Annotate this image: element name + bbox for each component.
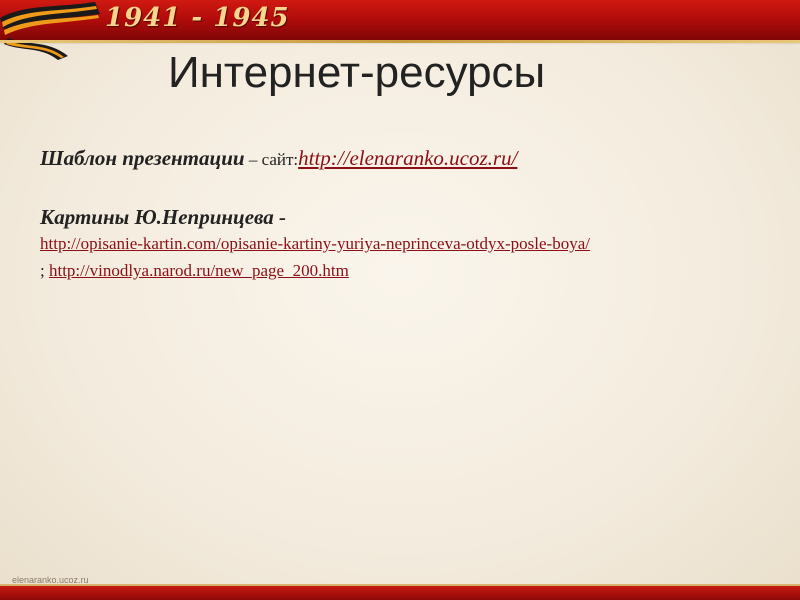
header-banner: 1941 - 1945 (0, 0, 800, 60)
template-separator: – сайт: (244, 150, 299, 169)
paintings-link-2[interactable]: http://vinodlya.narod.ru/new_page_200.ht… (49, 261, 349, 280)
template-source-line: Шаблон презентации – сайт:http://elenara… (40, 146, 517, 171)
footer-bar (0, 584, 800, 600)
paintings-label: Картины Ю.Непринцева - (40, 205, 287, 229)
paintings-link-1[interactable]: http://opisanie-kartin.com/opisanie-kart… (40, 234, 590, 253)
st-george-ribbon-icon (0, 2, 100, 60)
template-site-link[interactable]: http://elenaranko.ucoz.ru/ (298, 146, 517, 170)
paintings-label-line: Картины Ю.Непринцева - (40, 205, 286, 230)
slide: 1941 - 1945 Интернет-ресурсы Шаблон през… (0, 0, 800, 600)
paintings-link-line-2: ; http://vinodlya.narod.ru/new_page_200.… (40, 261, 349, 281)
paintings-link-line: http://opisanie-kartin.com/opisanie-kart… (40, 234, 590, 254)
years-heading: 1941 - 1945 (105, 3, 290, 33)
page-title: Интернет-ресурсы (168, 48, 546, 97)
template-label: Шаблон презентации (40, 146, 245, 170)
paintings-separator: ; (40, 261, 49, 280)
